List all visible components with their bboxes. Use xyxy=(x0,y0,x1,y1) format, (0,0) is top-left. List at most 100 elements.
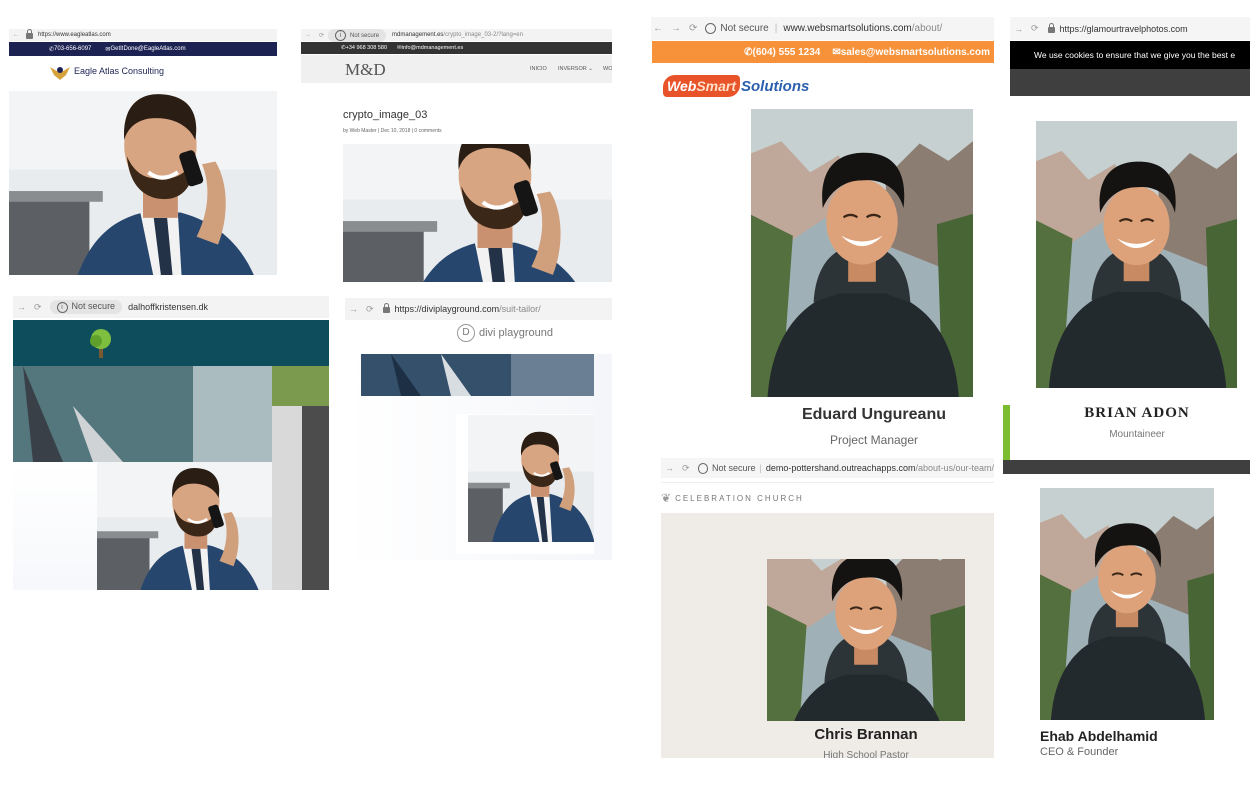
person-role: High School Pastor xyxy=(823,750,909,758)
site-header: M&D INICIO INVERSOR ⌄ WO xyxy=(301,55,612,83)
green-accent xyxy=(1003,405,1010,460)
divi-logo-text: divi playground xyxy=(479,327,553,339)
back-icon[interactable]: ← xyxy=(653,23,663,34)
dark-footer-strip xyxy=(1003,460,1250,474)
logo-solutions-text: Solutions xyxy=(741,77,810,95)
lock-icon xyxy=(26,29,33,39)
address-bar[interactable]: ← → ⟳ Not secure | www.websmartsolutions… xyxy=(651,17,994,40)
post-image[interactable] xyxy=(343,144,612,282)
security-text[interactable]: Not secure xyxy=(712,463,756,473)
person-role: Project Manager xyxy=(829,433,919,447)
url-text[interactable]: dalhoffkristensen.dk xyxy=(128,302,208,312)
websmart-logo[interactable]: WebSmart Solutions xyxy=(663,69,809,103)
security-pill[interactable]: i Not secure xyxy=(49,300,123,314)
chevron-down-icon: ⌄ xyxy=(588,66,593,72)
site-header: ❦ CELEBRATION CHURCH xyxy=(661,482,994,513)
hero-image xyxy=(13,366,272,462)
person-name: Chris Brannan xyxy=(814,726,918,743)
person-name: Ehab Abdelhamid xyxy=(1040,728,1158,744)
contact-topbar: ✆ 703-656-6097 ✉ GetItDone@EagleAtlas.co… xyxy=(9,42,277,56)
dalhoff-screenshot: → ⟳ i Not secure dalhoffkristensen.dk xyxy=(13,296,329,590)
divi-screenshot: → ⟳ https://diviplayground.com/suit-tail… xyxy=(345,296,612,560)
forward-icon[interactable]: → xyxy=(1014,24,1023,34)
cookie-text: We use cookies to ensure that we give yo… xyxy=(1034,50,1236,60)
info-icon: i xyxy=(56,302,68,313)
url-text[interactable]: www.websmartsolutions.com/about/ xyxy=(783,23,942,34)
security-text[interactable]: Not secure xyxy=(720,23,768,34)
address-bar[interactable]: → ⟳ i Not secure mdmanagement.es/crypto_i… xyxy=(301,29,612,42)
divi-logo-circle: D xyxy=(457,324,475,342)
nav-item-wo[interactable]: WO xyxy=(603,66,612,72)
person-role: CEO & Founder xyxy=(1040,746,1119,758)
url-text[interactable]: mdmanagement.es/crypto_image_03-2/?lang=… xyxy=(392,32,523,38)
eagleatlas-screenshot: ← https://www.eagleatlas.com ✆ 703-656-6… xyxy=(9,29,277,275)
ehab-screenshot: Ehab Abdelhamid CEO & Founder xyxy=(1040,488,1250,758)
celebration-screenshot: → ⟳ Not secure | demo-pottershand.outrea… xyxy=(661,458,994,758)
address-bar[interactable]: → ⟳ i Not secure dalhoffkristensen.dk xyxy=(13,296,329,318)
logo-badge: WebSmart xyxy=(663,75,740,97)
dark-nav-strip xyxy=(1010,69,1250,96)
reload-icon[interactable]: ⟳ xyxy=(689,23,697,34)
lock-icon xyxy=(382,303,390,313)
eagle-logo-text: Eagle Atlas Consulting xyxy=(74,66,165,76)
url-text[interactable]: https://diviplayground.com/suit-tailor/ xyxy=(395,304,541,314)
security-pill[interactable]: i Not secure xyxy=(328,29,387,42)
businessman-photo xyxy=(9,91,277,275)
phone-text[interactable]: (604) 555 1234 xyxy=(753,47,821,58)
church-logo-text[interactable]: CELEBRATION CHURCH xyxy=(675,494,804,503)
info-icon: i xyxy=(335,29,347,41)
blank-panel xyxy=(13,462,97,590)
nav-item-inversor[interactable]: INVERSOR ⌄ xyxy=(558,66,593,72)
mountaineer-photo xyxy=(1036,121,1237,388)
url-text[interactable]: demo-pottershand.outreachapps.com/about-… xyxy=(766,463,994,473)
back-icon[interactable]: ← xyxy=(13,32,19,38)
divi-logo[interactable]: D divi playground xyxy=(457,324,553,342)
phone-text[interactable]: 703-656-6097 xyxy=(54,46,91,52)
reload-icon[interactable]: ⟳ xyxy=(682,463,690,474)
eagle-logo[interactable]: Eagle Atlas Consulting xyxy=(49,61,164,81)
forward-icon[interactable]: → xyxy=(671,23,681,34)
reload-icon[interactable]: ⟳ xyxy=(319,32,324,39)
security-text: Not secure xyxy=(71,301,116,311)
address-bar[interactable]: → ⟳ Not secure | demo-pottershand.outrea… xyxy=(661,458,994,478)
address-bar[interactable]: → ⟳ https://glamourtravelphotos.com xyxy=(1010,17,1250,40)
nav-item-inicio[interactable]: INICIO xyxy=(530,66,547,72)
phone-text[interactable]: +34 968 308 580 xyxy=(346,45,387,51)
address-bar[interactable]: → ⟳ https://diviplayground.com/suit-tail… xyxy=(345,298,612,320)
cookie-banner[interactable]: We use cookies to ensure that we give yo… xyxy=(1010,41,1250,69)
forward-icon[interactable]: → xyxy=(305,32,311,38)
reload-icon[interactable]: ⟳ xyxy=(1031,23,1039,34)
email-text[interactable]: GetItDone@EagleAtlas.com xyxy=(110,46,185,52)
forward-icon[interactable]: → xyxy=(665,463,674,473)
tree-logo-icon[interactable] xyxy=(89,328,113,358)
separator: | xyxy=(759,463,762,473)
email-text[interactable]: sales@websmartsolutions.com xyxy=(841,47,990,58)
mdmanagement-screenshot: → ⟳ i Not secure mdmanagement.es/crypto_i… xyxy=(301,29,612,282)
phone-icon: ✆ xyxy=(744,46,753,58)
email-text[interactable]: info@mdmanagement.es xyxy=(402,45,464,51)
glamour-screenshot: → ⟳ https://glamourtravelphotos.com We u… xyxy=(1003,17,1250,474)
address-bar[interactable]: ← https://www.eagleatlas.com xyxy=(9,29,277,41)
info-icon xyxy=(705,23,717,34)
person-name: BRIAN ADON xyxy=(1084,405,1190,421)
md-logo[interactable]: M&D xyxy=(345,60,386,80)
pastor-photo xyxy=(767,559,965,721)
church-logo-icon[interactable]: ❦ xyxy=(661,491,671,505)
forward-icon[interactable]: → xyxy=(349,304,358,314)
person-role: Mountaineer xyxy=(1109,429,1165,440)
reload-icon[interactable]: ⟳ xyxy=(366,304,374,315)
header-image xyxy=(361,354,594,396)
post-meta: by Web Master | Dec 10, 2018 | 0 comment… xyxy=(343,128,442,134)
suit-man-photo[interactable] xyxy=(468,415,594,542)
side-image xyxy=(272,366,329,590)
post-title: crypto_image_03 xyxy=(343,109,428,121)
site-header xyxy=(13,320,329,366)
mail-icon: ✉ xyxy=(832,46,841,58)
url-text[interactable]: https://www.eagleatlas.com xyxy=(38,32,111,38)
contact-topbar: ✆ +34 968 308 580 ✉ info@mdmanagement.es xyxy=(301,42,612,54)
url-text[interactable]: https://glamourtravelphotos.com xyxy=(1060,24,1188,34)
eagle-emblem-icon xyxy=(49,61,71,81)
forward-icon[interactable]: → xyxy=(17,302,26,312)
ceo-photo xyxy=(1040,488,1214,720)
reload-icon[interactable]: ⟳ xyxy=(34,302,42,313)
